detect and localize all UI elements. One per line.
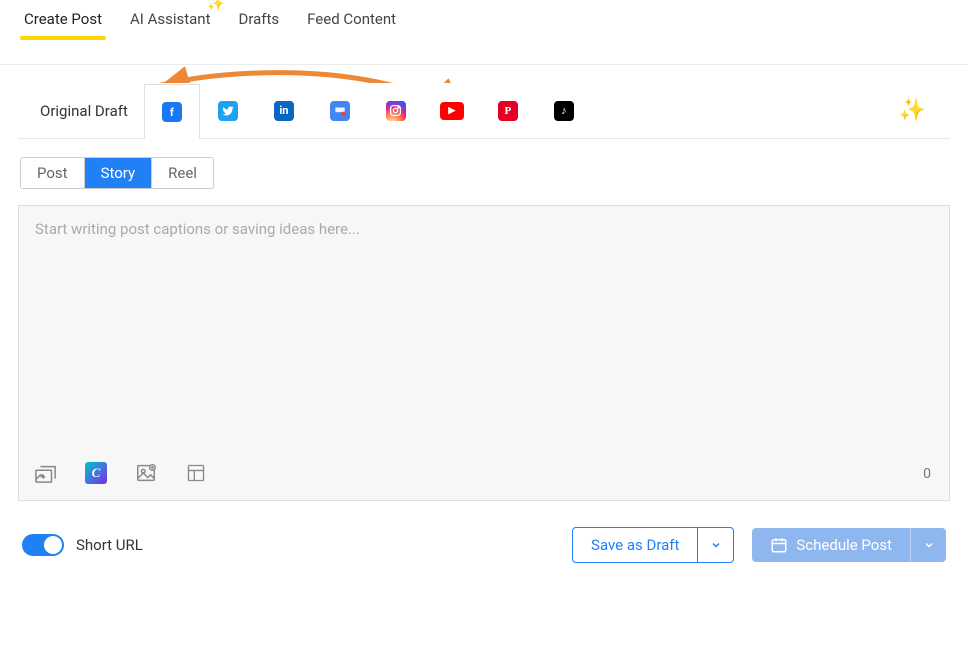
platform-tab-linkedin[interactable]: in [256,83,312,138]
tab-feed-content[interactable]: Feed Content [307,10,396,40]
schedule-group: Schedule Post [752,528,946,562]
post-type-story[interactable]: Story [85,158,153,188]
composer-card: Original Draft f in ▶ P [18,83,950,563]
nav-divider [0,64,968,65]
toggle-knob [44,536,62,554]
short-url-toggle[interactable] [22,534,64,556]
composer-footer: Short URL Save as Draft Schedule Post [18,527,950,563]
platform-tab-google[interactable] [312,83,368,138]
media-icon[interactable] [35,462,57,484]
canva-icon[interactable]: C [85,462,107,484]
instagram-icon [386,101,406,121]
ai-sparkle-icon[interactable]: ✨ [899,98,926,123]
platform-tab-pinterest[interactable]: P [480,83,536,138]
tab-ai-assistant-label: AI Assistant [130,10,211,28]
schedule-post-dropdown[interactable] [910,528,946,562]
youtube-icon: ▶ [440,102,464,120]
sparkle-icon: ✨ [207,0,224,12]
chevron-down-icon [710,539,722,551]
linkedin-icon: in [274,101,294,121]
caption-editor[interactable]: Start writing post captions or saving id… [18,205,950,501]
editor-toolbar: C [35,462,207,484]
short-url-label: Short URL [76,536,143,554]
platform-tab-facebook[interactable]: f [144,84,200,139]
post-type-reel[interactable]: Reel [152,158,213,188]
image-icon[interactable] [135,462,157,484]
facebook-icon: f [162,102,182,122]
platform-tab-tiktok[interactable]: ♪ [536,83,592,138]
platform-row: Original Draft f in ▶ P [18,83,950,139]
platform-tab-twitter[interactable] [200,83,256,138]
post-type-post[interactable]: Post [21,158,85,188]
google-icon [330,101,350,121]
schedule-post-button[interactable]: Schedule Post [752,528,910,562]
tab-ai-assistant[interactable]: AI Assistant ✨ [130,10,211,40]
tiktok-icon: ♪ [554,101,574,121]
tab-create-post[interactable]: Create Post [24,10,102,40]
save-draft-button[interactable]: Save as Draft [572,527,698,563]
pinterest-icon: P [498,101,518,121]
calendar-icon [770,536,788,554]
tab-drafts[interactable]: Drafts [239,10,280,40]
char-count: 0 [923,466,931,482]
original-draft-tab[interactable]: Original Draft [24,83,144,138]
save-draft-group: Save as Draft [572,527,734,563]
template-icon[interactable] [185,462,207,484]
chevron-down-icon [923,539,935,551]
top-nav: Create Post AI Assistant ✨ Drafts Feed C… [0,0,968,40]
platform-tab-youtube[interactable]: ▶ [424,83,480,138]
save-draft-dropdown[interactable] [698,527,734,563]
twitter-icon [218,101,238,121]
platform-tab-instagram[interactable] [368,83,424,138]
post-type-toggle: Post Story Reel [20,157,214,189]
schedule-post-label: Schedule Post [796,536,892,554]
editor-placeholder: Start writing post captions or saving id… [35,220,933,238]
